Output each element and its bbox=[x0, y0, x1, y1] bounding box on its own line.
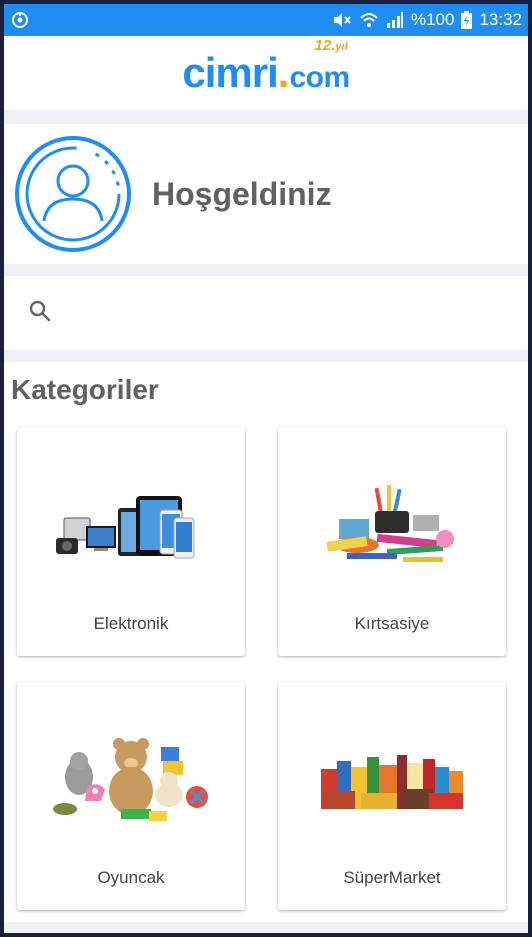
category-card-supermarket[interactable]: SüperMarket bbox=[278, 682, 506, 910]
battery-percentage: %100 bbox=[410, 10, 455, 29]
user-avatar-icon[interactable] bbox=[14, 135, 132, 253]
logo-text-main: cimri bbox=[182, 49, 278, 96]
category-card-oyuncak[interactable]: Oyuncak bbox=[17, 682, 245, 910]
app-header: cimri . com 12.yıl bbox=[4, 36, 528, 110]
supermarket-image bbox=[278, 722, 506, 842]
app-icon bbox=[10, 10, 30, 30]
category-label: SüperMarket bbox=[343, 868, 441, 887]
electronics-image bbox=[17, 468, 245, 588]
logo-badge-text: yıl bbox=[335, 41, 348, 53]
toys-image bbox=[17, 722, 245, 842]
categories-section: Kategoriler Elektronik Kırtsasiye Oyunca… bbox=[4, 362, 528, 922]
logo-dot: . bbox=[277, 49, 290, 96]
app-screen: %100 13:32 cimri . com 12.yıl Hoşgeldini… bbox=[4, 4, 528, 933]
logo-badge-number: 12. bbox=[314, 37, 336, 54]
search-icon[interactable] bbox=[28, 299, 52, 328]
welcome-section: Hoşgeldiniz bbox=[4, 124, 528, 264]
logo-anniversary-badge: 12.yıl bbox=[315, 37, 348, 54]
wifi-icon bbox=[359, 11, 379, 29]
mute-icon bbox=[332, 11, 352, 29]
category-card-elektronik[interactable]: Elektronik bbox=[17, 428, 245, 656]
category-label: Oyuncak bbox=[97, 868, 165, 887]
logo-text-com: com bbox=[289, 61, 350, 94]
category-card-kirtsasiye[interactable]: Kırtsasiye bbox=[278, 428, 506, 656]
category-label: Kırtsasiye bbox=[354, 614, 430, 633]
status-bar: %100 13:32 bbox=[4, 4, 528, 36]
search-input[interactable] bbox=[66, 301, 528, 325]
stationery-image bbox=[278, 468, 506, 588]
welcome-heading: Hoşgeldiniz bbox=[152, 175, 332, 212]
cimri-logo[interactable]: cimri . com 12.yıl bbox=[182, 37, 350, 97]
clock: 13:32 bbox=[479, 10, 522, 29]
search-bar[interactable] bbox=[4, 276, 528, 350]
category-label: Elektronik bbox=[93, 614, 169, 633]
signal-icon bbox=[386, 11, 404, 29]
categories-title: Kategoriler bbox=[11, 374, 159, 405]
battery-icon bbox=[461, 11, 473, 29]
